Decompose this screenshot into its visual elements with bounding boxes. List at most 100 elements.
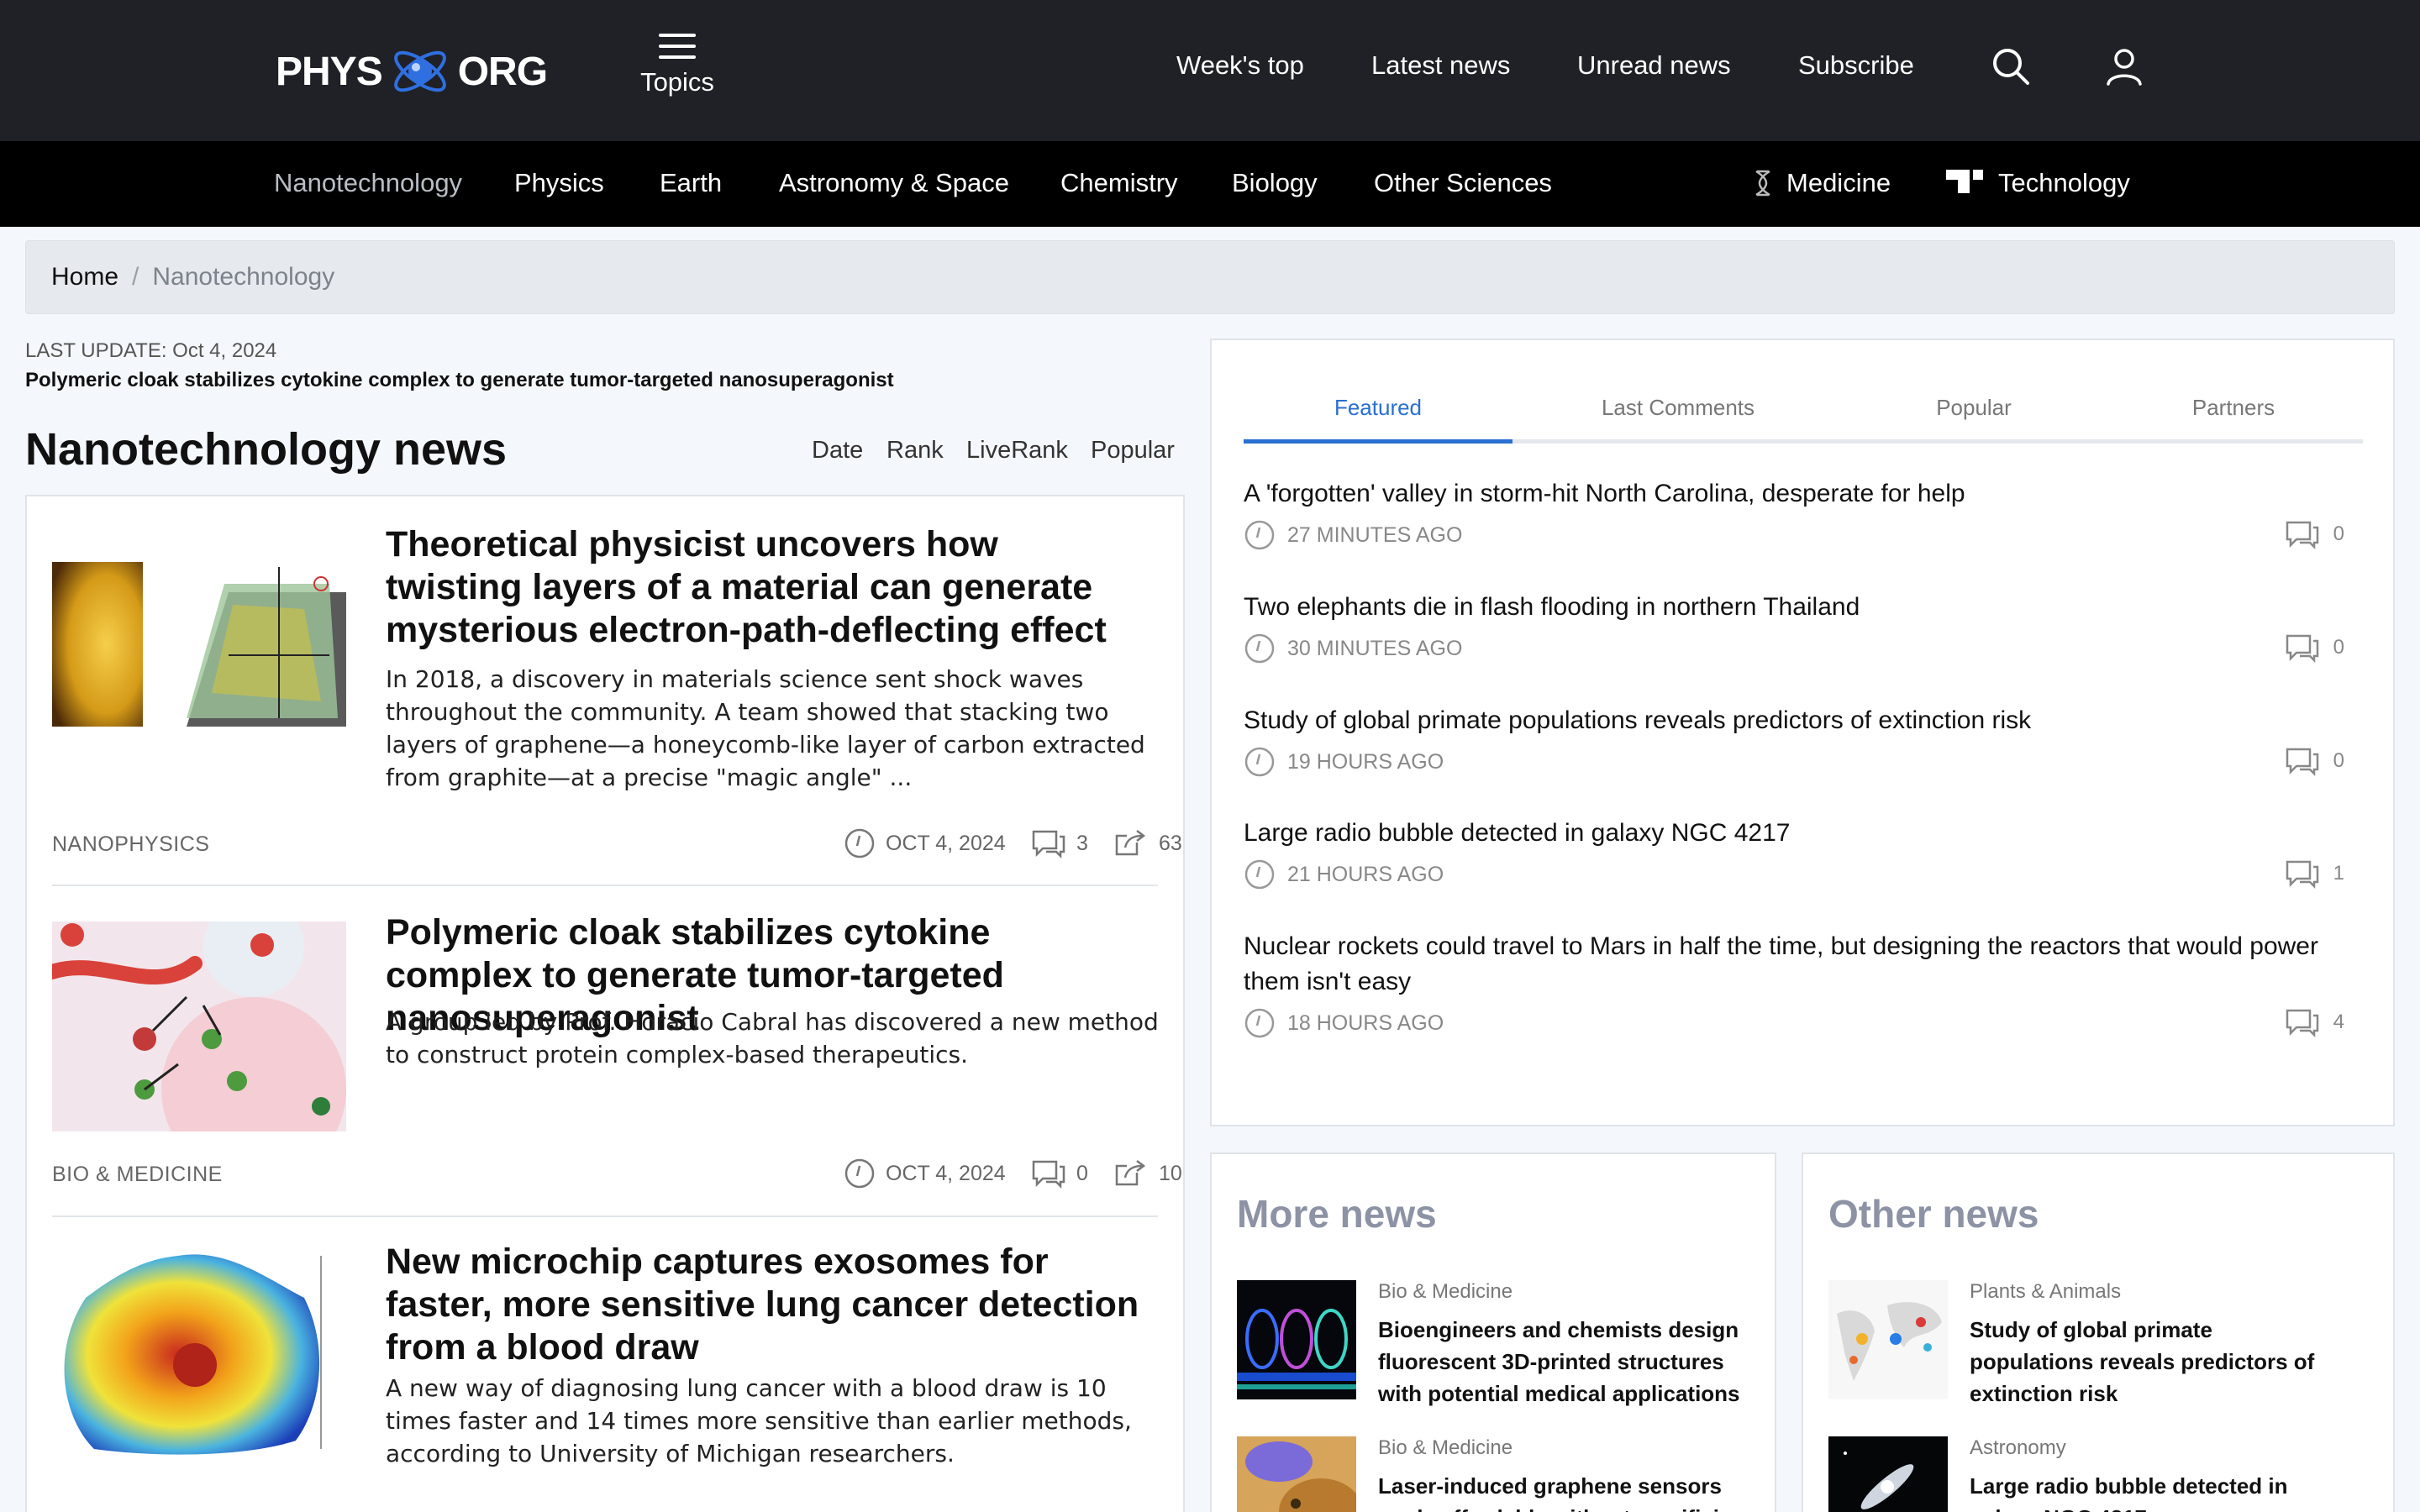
comment-count: 0 (2333, 636, 2344, 659)
tab-last-comments[interactable]: Last Comments (1512, 386, 1844, 439)
article-divider (52, 885, 1158, 886)
article-thumbnail[interactable] (52, 921, 346, 1131)
article-summary: A group led by Prof. Horacio Cabral has … (386, 1008, 1159, 1068)
featured-time: 27 MINUTES AGO (1287, 522, 1463, 547)
date-text: OCT 4, 2024 (886, 1161, 1006, 1185)
article-divider (52, 1215, 1158, 1217)
featured-comments[interactable]: 0 (2285, 632, 2344, 664)
news-thumbnail[interactable] (1237, 1280, 1356, 1399)
other-news-title: Other news (1828, 1192, 2039, 1236)
news-thumbnail[interactable] (1237, 1436, 1356, 1512)
article-thumbnail[interactable] (52, 533, 346, 743)
last-update-label: LAST UPDATE: Oct 4, 2024 (25, 339, 277, 362)
featured-title[interactable]: Two elephants die in flash flooding in n… (1244, 590, 2344, 625)
tab-featured[interactable]: Featured (1244, 386, 1512, 444)
category-biology[interactable]: Biology (1232, 168, 1318, 198)
site-logo[interactable]: PHYS ORG (276, 34, 548, 109)
featured-time: 30 MINUTES AGO (1287, 636, 1463, 660)
search-icon[interactable] (1990, 45, 2032, 87)
featured-comments[interactable]: 0 (2285, 745, 2344, 777)
page-title: Nanotechnology news (25, 424, 508, 475)
user-account-icon[interactable] (2103, 45, 2145, 87)
logo-text-left: PHYS (276, 49, 383, 94)
news-title[interactable]: Large radio bubble detected in galaxy NG… (1970, 1470, 2339, 1512)
featured-panel: Featured Last Comments Popular Partners … (1210, 339, 2395, 1126)
tab-partners[interactable]: Partners (2104, 386, 2363, 439)
news-thumbnail[interactable] (1828, 1436, 1948, 1512)
article-category[interactable]: NANOPHYSICS (52, 832, 209, 857)
sort-rank[interactable]: Rank (886, 437, 944, 465)
technology-logo-icon (1946, 170, 1983, 193)
comments-icon (1032, 830, 1065, 859)
article-title[interactable]: Theoretical physicist uncovers how twist… (386, 523, 1142, 652)
category-technology[interactable]: Technology (1998, 168, 2130, 198)
featured-time: 21 HOURS AGO (1287, 862, 1444, 886)
news-category[interactable]: Astronomy (1970, 1436, 2066, 1460)
category-other-sciences[interactable]: Other Sciences (1374, 168, 1552, 198)
comment-count: 0 (1076, 1161, 1088, 1185)
article-comments[interactable]: 0 (1031, 1158, 1088, 1189)
side-tabs: Featured Last Comments Popular Partners (1244, 386, 2363, 444)
breadcrumb-home[interactable]: Home (51, 263, 118, 291)
clock-icon (844, 1158, 875, 1189)
featured-item: Two elephants die in flash flooding in n… (1244, 590, 2344, 665)
featured-title[interactable]: Study of global primate populations reve… (1244, 703, 2344, 738)
category-chemistry[interactable]: Chemistry (1060, 168, 1178, 198)
nav-latest-news[interactable]: Latest news (1371, 50, 1510, 81)
share-icon (1115, 1160, 1146, 1186)
sort-liverank[interactable]: LiveRank (966, 437, 1068, 465)
news-thumbnail[interactable] (1828, 1280, 1948, 1399)
featured-comments[interactable]: 1 (2285, 858, 2344, 890)
category-earth[interactable]: Earth (660, 168, 722, 198)
clock-icon (1244, 633, 1275, 664)
topics-button[interactable]: Topics (637, 29, 718, 97)
featured-comments[interactable]: 0 (2285, 518, 2344, 550)
tab-popular[interactable]: Popular (1844, 386, 2104, 439)
comments-icon (2286, 634, 2318, 664)
news-list: Theoretical physicist uncovers how twist… (25, 495, 1185, 1512)
comment-count: 3 (1076, 831, 1088, 855)
medicine-dna-icon (1755, 170, 1770, 197)
featured-title[interactable]: A 'forgotten' valley in storm-hit North … (1244, 476, 2344, 512)
article-title[interactable]: New microchip captures exosomes for fast… (386, 1241, 1142, 1369)
featured-title[interactable]: Large radio bubble detected in galaxy NG… (1244, 816, 2344, 851)
logo-atom-icon (393, 50, 446, 92)
clock-icon (1244, 520, 1275, 550)
article-share[interactable]: 10 (1113, 1158, 1182, 1189)
news-title[interactable]: Study of global primate populations reve… (1970, 1314, 2339, 1410)
news-category[interactable]: Bio & Medicine (1378, 1436, 1512, 1460)
article-comments[interactable]: 3 (1031, 827, 1088, 859)
featured-comments[interactable]: 4 (2285, 1006, 2344, 1038)
featured-time: 18 HOURS AGO (1287, 1011, 1444, 1035)
sort-popular[interactable]: Popular (1091, 437, 1175, 465)
article-date: OCT 4, 2024 (844, 827, 1006, 859)
comment-count: 4 (2333, 1011, 2344, 1033)
news-title[interactable]: Laser-induced graphene sensors made affo… (1378, 1470, 1748, 1512)
nav-subscribe[interactable]: Subscribe (1798, 50, 1914, 81)
news-category[interactable]: Bio & Medicine (1378, 1280, 1512, 1304)
breadcrumb-current: Nanotechnology (152, 263, 335, 291)
category-medicine[interactable]: Medicine (1786, 168, 1891, 198)
news-category[interactable]: Plants & Animals (1970, 1280, 2121, 1304)
article-share[interactable]: 63 (1113, 827, 1182, 859)
article-category[interactable]: BIO & MEDICINE (52, 1163, 223, 1187)
breadcrumb-separator: / (132, 263, 139, 291)
sort-date[interactable]: Date (812, 437, 863, 465)
nav-weeks-top[interactable]: Week's top (1176, 50, 1304, 81)
category-nanotechnology[interactable]: Nanotechnology (274, 168, 462, 198)
share-icon (1115, 830, 1146, 856)
menu-icon (659, 34, 696, 59)
news-title[interactable]: Bioengineers and chemists design fluores… (1378, 1314, 1748, 1410)
article-summary: In 2018, a discovery in materials scienc… (386, 665, 1145, 791)
clock-icon (1244, 1008, 1275, 1038)
category-physics[interactable]: Physics (514, 168, 604, 198)
site-header: PHYS ORG Topics Week's top Latest news U… (0, 0, 2420, 141)
last-update-title[interactable]: Polymeric cloak stabilizes cytokine comp… (25, 369, 894, 392)
article-thumbnail[interactable] (52, 1247, 346, 1457)
category-astronomy-space[interactable]: Astronomy & Space (779, 168, 1009, 198)
nav-unread-news[interactable]: Unread news (1577, 50, 1731, 81)
featured-title[interactable]: Nuclear rockets could travel to Mars in … (1244, 929, 2344, 1000)
logo-text-right: ORG (457, 49, 548, 94)
category-bar: Nanotechnology Physics Earth Astronomy &… (0, 141, 2420, 227)
breadcrumb: Home / Nanotechnology (25, 240, 2395, 314)
